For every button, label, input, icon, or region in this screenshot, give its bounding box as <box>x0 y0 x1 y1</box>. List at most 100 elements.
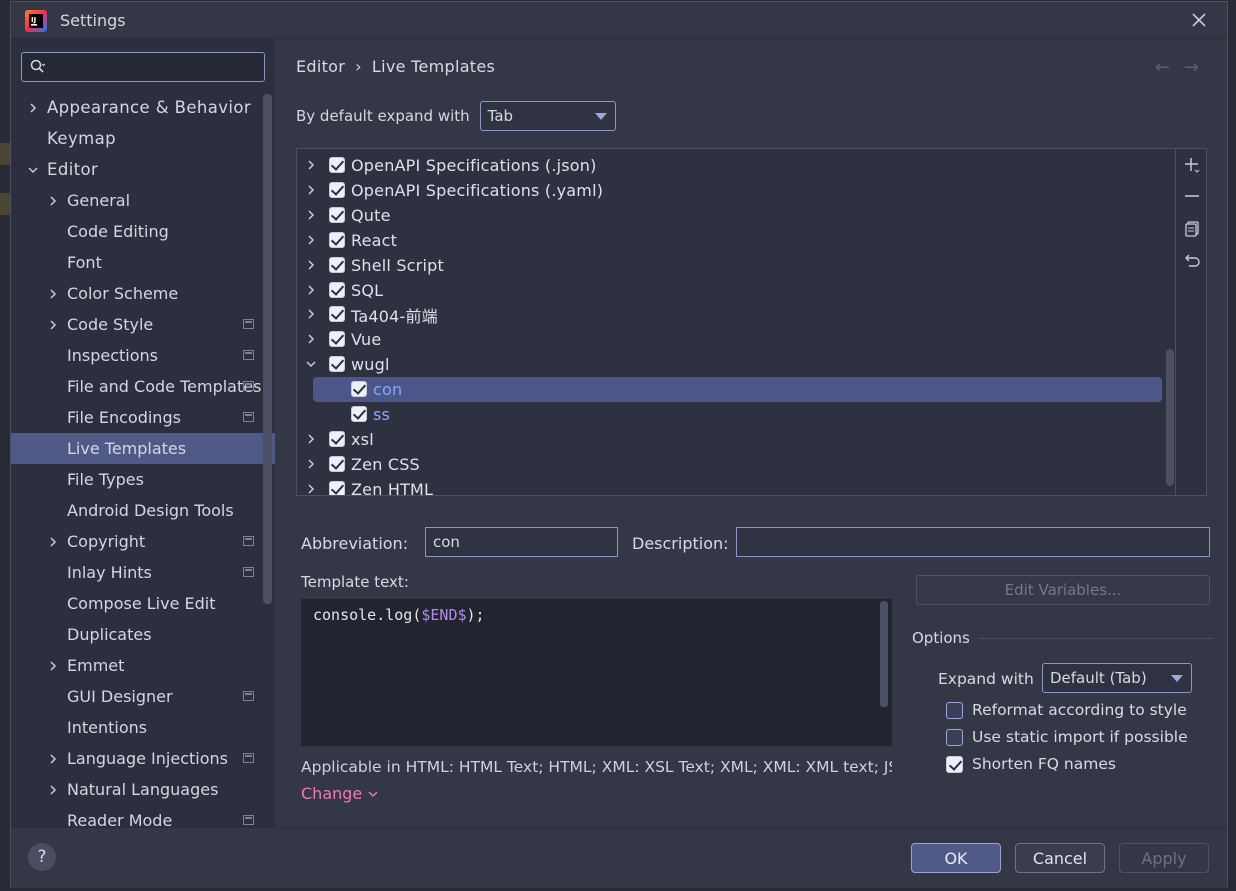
search-input[interactable] <box>50 56 255 78</box>
chevron-right-icon[interactable] <box>47 195 59 207</box>
template-checkbox[interactable] <box>329 206 345 223</box>
sidebar-item[interactable]: File and Code Templates <box>11 371 275 402</box>
template-checkbox[interactable] <box>329 281 345 298</box>
sidebar-item[interactable]: File Types <box>11 464 275 495</box>
chevron-down-icon[interactable] <box>27 164 39 176</box>
template-row[interactable]: ss <box>297 402 1175 427</box>
sidebar-item[interactable]: Code Editing <box>11 216 275 247</box>
chevron-right-icon[interactable] <box>305 483 317 495</box>
chevron-right-icon[interactable] <box>305 284 317 296</box>
sidebar-item[interactable]: Editor <box>11 154 275 185</box>
remove-icon[interactable] <box>1183 187 1201 205</box>
template-group-row[interactable]: React <box>297 228 1175 253</box>
chevron-right-icon[interactable] <box>305 308 317 320</box>
editor-scrollbar[interactable] <box>880 601 888 707</box>
sidebar-item[interactable]: Compose Live Edit <box>11 588 275 619</box>
forward-arrow-icon[interactable]: → <box>1184 57 1199 78</box>
template-checkbox[interactable] <box>329 455 345 472</box>
sidebar-item[interactable]: Intentions <box>11 712 275 743</box>
sidebar-item[interactable]: Keymap <box>11 123 275 154</box>
sidebar-item[interactable]: Inlay Hints <box>11 557 275 588</box>
template-group-row[interactable]: Zen CSS <box>297 452 1175 477</box>
template-group-row[interactable]: Zen HTML <box>297 477 1175 495</box>
restore-icon[interactable] <box>1183 252 1201 270</box>
chevron-right-icon[interactable] <box>305 159 317 171</box>
copy-icon[interactable] <box>1183 220 1201 238</box>
chevron-right-icon[interactable] <box>47 536 59 548</box>
sidebar-item[interactable]: Inspections <box>11 340 275 371</box>
template-checkbox[interactable] <box>329 181 345 198</box>
template-checkbox[interactable] <box>329 157 345 173</box>
checkbox-box[interactable] <box>946 728 963 746</box>
chevron-right-icon[interactable] <box>47 319 59 331</box>
sidebar-item[interactable]: Font <box>11 247 275 278</box>
template-checkbox[interactable] <box>329 356 345 373</box>
sidebar-item[interactable]: Live Templates <box>11 433 275 464</box>
checkbox-box[interactable] <box>946 701 963 719</box>
template-group-row[interactable]: Qute <box>297 203 1175 228</box>
help-button[interactable]: ? <box>28 843 56 871</box>
chevron-right-icon[interactable] <box>27 102 39 114</box>
sidebar-item[interactable]: Appearance & Behavior <box>11 92 275 123</box>
template-checkbox[interactable] <box>329 306 345 323</box>
sidebar-item[interactable]: File Encodings <box>11 402 275 433</box>
sidebar-item[interactable]: Android Design Tools <box>11 495 275 526</box>
template-group-row[interactable]: Vue <box>297 327 1175 352</box>
checkbox-box[interactable] <box>946 755 963 773</box>
template-checkbox[interactable] <box>329 430 345 447</box>
sidebar-item[interactable]: Language Injections <box>11 743 275 774</box>
chevron-right-icon[interactable] <box>47 660 59 672</box>
breadcrumb-parent[interactable]: Editor <box>296 57 345 76</box>
add-icon[interactable] <box>1183 156 1201 174</box>
template-group-row[interactable]: Shell Script <box>297 253 1175 278</box>
edit-variables-button[interactable]: Edit Variables... <box>916 575 1210 605</box>
template-group-row[interactable]: xsl <box>297 427 1175 452</box>
chevron-right-icon[interactable] <box>305 333 317 345</box>
chevron-right-icon[interactable] <box>305 209 317 221</box>
chevron-right-icon[interactable] <box>305 458 317 470</box>
sidebar-item[interactable]: Emmet <box>11 650 275 681</box>
template-checkbox[interactable] <box>351 381 367 398</box>
reformat-checkbox[interactable]: Reformat according to style <box>946 701 1187 719</box>
sidebar-item[interactable]: General <box>11 185 275 216</box>
sidebar-item[interactable]: Color Scheme <box>11 278 275 309</box>
chevron-right-icon[interactable] <box>305 433 317 445</box>
template-checkbox[interactable] <box>329 331 345 348</box>
sidebar-item[interactable]: Natural Languages <box>11 774 275 805</box>
shorten-fq-checkbox[interactable]: Shorten FQ names <box>946 755 1116 773</box>
template-checkbox[interactable] <box>329 256 345 273</box>
sidebar-scrollbar[interactable] <box>263 94 272 604</box>
template-group-row[interactable]: OpenAPI Specifications (.json) <box>297 153 1175 178</box>
chevron-right-icon[interactable] <box>47 288 59 300</box>
sidebar-item[interactable]: Duplicates <box>11 619 275 650</box>
apply-button[interactable]: Apply <box>1119 843 1209 873</box>
chevron-right-icon[interactable] <box>47 753 59 765</box>
template-group-row[interactable]: OpenAPI Specifications (.yaml) <box>297 178 1175 203</box>
template-code[interactable]: console.log($END$); <box>313 606 485 624</box>
close-icon[interactable] <box>1189 10 1209 30</box>
static-import-checkbox[interactable]: Use static import if possible <box>946 728 1188 746</box>
sidebar-item[interactable]: GUI Designer <box>11 681 275 712</box>
sidebar-item[interactable]: Code Style <box>11 309 275 340</box>
back-arrow-icon[interactable]: ← <box>1155 57 1170 78</box>
template-checkbox[interactable] <box>351 406 367 422</box>
chevron-down-icon[interactable] <box>305 358 317 370</box>
expand-with-select[interactable]: Default (Tab) <box>1042 663 1192 693</box>
sidebar-item[interactable]: Reader Mode <box>11 805 275 827</box>
chevron-right-icon[interactable] <box>305 259 317 271</box>
sidebar-item[interactable]: Copyright <box>11 526 275 557</box>
change-contexts-link[interactable]: Change <box>301 784 378 803</box>
chevron-right-icon[interactable] <box>305 184 317 196</box>
template-checkbox[interactable] <box>329 231 345 248</box>
template-group-row[interactable]: Ta404-前端 <box>297 302 1175 327</box>
template-group-row[interactable]: wugl <box>297 352 1175 377</box>
ok-button[interactable]: OK <box>911 843 1001 873</box>
template-row[interactable]: con <box>313 377 1162 403</box>
template-text-editor[interactable]: console.log($END$); <box>301 599 892 746</box>
settings-search[interactable] <box>21 52 265 82</box>
chevron-right-icon[interactable] <box>47 784 59 796</box>
chevron-right-icon[interactable] <box>305 234 317 246</box>
cancel-button[interactable]: Cancel <box>1015 843 1105 873</box>
template-checkbox[interactable] <box>329 480 345 495</box>
default-expand-select[interactable]: Tab <box>479 101 616 131</box>
